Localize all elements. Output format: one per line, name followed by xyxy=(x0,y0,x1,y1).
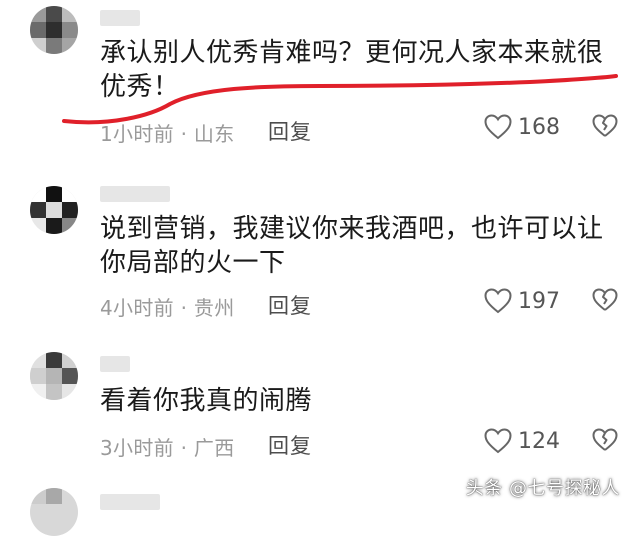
comment-meta: 1小时前 · 山东 xyxy=(100,122,235,146)
heart-outline-icon xyxy=(484,428,512,454)
broken-heart-icon xyxy=(592,428,618,452)
like-count: 197 xyxy=(518,288,560,314)
comment-text: 看着你我真的闹腾 xyxy=(100,386,313,416)
heart-outline-icon xyxy=(484,288,512,314)
username-blurred[interactable] xyxy=(100,356,130,372)
reply-button[interactable]: 回复 xyxy=(268,290,312,320)
like-count: 168 xyxy=(518,114,560,140)
reply-button[interactable]: 回复 xyxy=(268,116,312,146)
dislike-button[interactable] xyxy=(592,428,618,452)
comment-text: 说到营销，我建议你来我酒吧，也许可以让你局部的火一下 xyxy=(100,214,604,278)
avatar[interactable] xyxy=(30,186,78,234)
like-button[interactable]: 168 xyxy=(484,114,560,140)
broken-heart-icon xyxy=(592,114,618,138)
like-button[interactable]: 124 xyxy=(484,428,560,454)
username-blurred[interactable] xyxy=(100,186,170,202)
comment-text: 承认别人优秀肯难吗？更何况人家本来就很优秀！ xyxy=(100,38,604,102)
avatar[interactable] xyxy=(30,6,78,54)
dislike-button[interactable] xyxy=(592,288,618,312)
username-blurred[interactable] xyxy=(100,10,140,26)
comment-meta: 4小时前 · 贵州 xyxy=(100,296,235,320)
dislike-button[interactable] xyxy=(592,114,618,138)
comment-meta: 3小时前 · 广西 xyxy=(100,436,235,460)
username-blurred[interactable] xyxy=(100,494,160,510)
avatar[interactable] xyxy=(30,352,78,400)
avatar[interactable] xyxy=(30,488,78,536)
like-button[interactable]: 197 xyxy=(484,288,560,314)
heart-outline-icon xyxy=(484,114,512,140)
watermark-text: 头条 @七号探秘人 xyxy=(465,478,620,499)
like-count: 124 xyxy=(518,428,560,454)
broken-heart-icon xyxy=(592,288,618,312)
reply-button[interactable]: 回复 xyxy=(268,430,312,460)
